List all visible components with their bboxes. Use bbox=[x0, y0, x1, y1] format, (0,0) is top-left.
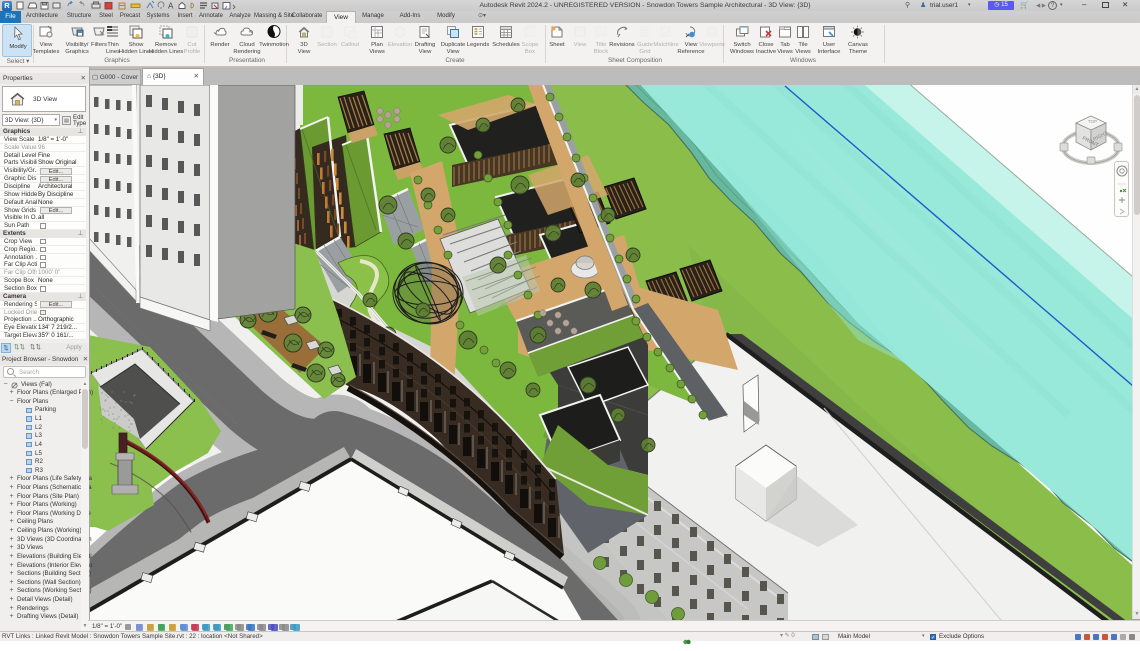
svg-text:TOP: TOP bbox=[1088, 119, 1097, 124]
svg-text:A: A bbox=[168, 2, 174, 11]
